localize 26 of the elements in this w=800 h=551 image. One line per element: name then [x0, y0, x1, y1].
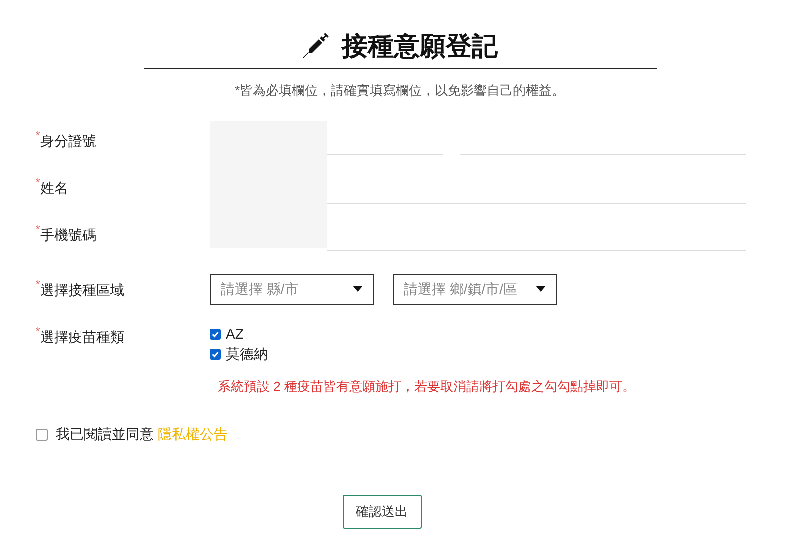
checkbox[interactable]	[210, 349, 221, 360]
field-label: 姓名	[40, 178, 68, 198]
field-label: 手機號碼	[40, 226, 96, 244]
syringe-icon	[302, 32, 330, 60]
vaccine-note: 系統預設 2 種疫苗皆有意願施打，若要取消請將打勾處之勾勾點掉即可。	[217, 378, 636, 396]
required-mark: *	[36, 178, 40, 188]
dropdown[interactable]: 請選擇 鄉/鎮/市/區	[393, 274, 557, 304]
required-mark: *	[36, 130, 40, 142]
caret-icon	[536, 286, 546, 292]
required-notice: *皆為必填欄位，請確實填寫欄位，以免影響自己的權益。	[234, 82, 566, 100]
checkbox[interactable]	[36, 428, 48, 440]
required-mark: *	[36, 326, 40, 338]
field-label: 身分證號	[40, 132, 96, 150]
option-label: 莫德納	[226, 345, 268, 364]
privacy-link[interactable]: 隱私權公告	[158, 424, 228, 445]
agreement-text: 我已閱讀並同意	[56, 425, 154, 444]
page-title: 接種意願登記	[342, 30, 498, 63]
field-label: 選擇疫苗種類	[40, 328, 124, 346]
required-mark: *	[36, 224, 40, 236]
required-mark: *	[36, 280, 40, 290]
option-label: AZ	[226, 325, 244, 344]
field-label: 選擇接種區域	[40, 280, 124, 300]
checkbox[interactable]	[210, 329, 221, 340]
dropdown[interactable]: 請選擇 縣/市	[210, 274, 374, 304]
submit-button[interactable]: 確認送出	[342, 495, 422, 529]
caret-icon	[353, 286, 363, 292]
